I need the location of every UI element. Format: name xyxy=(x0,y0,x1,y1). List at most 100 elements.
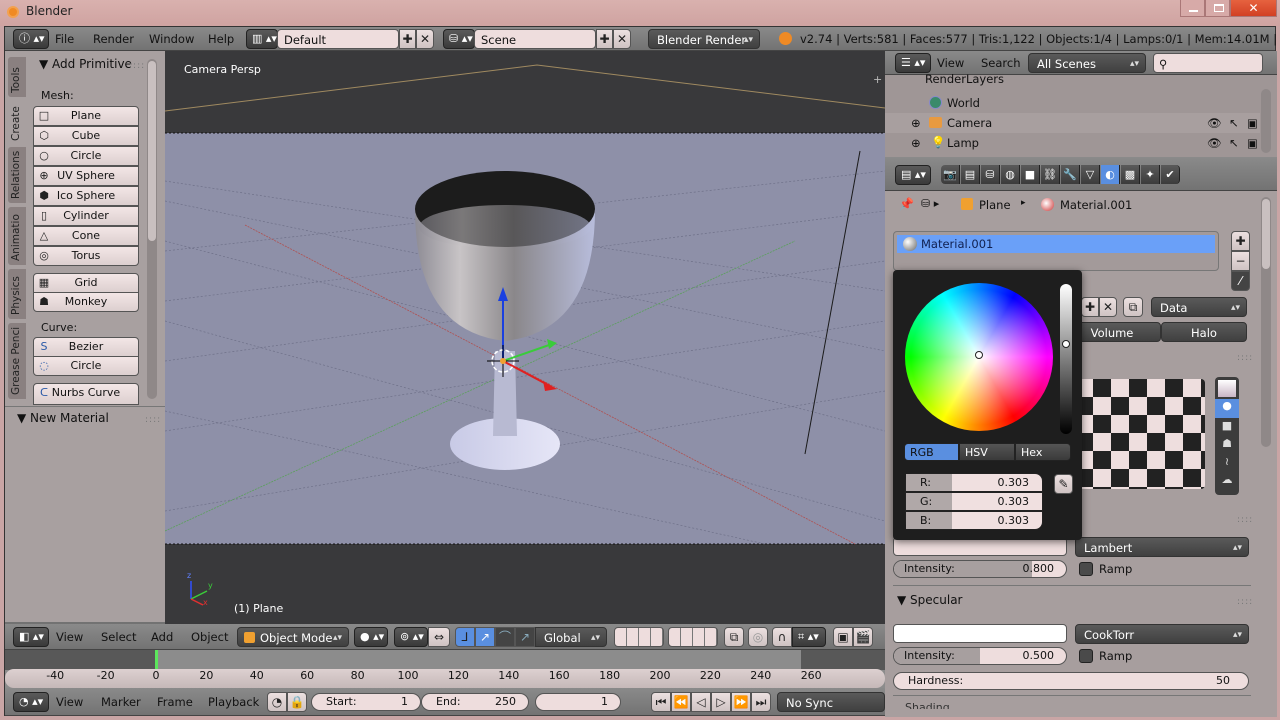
properties-tab-constraints[interactable]: ⛓ xyxy=(1041,165,1060,184)
jump-end-button[interactable]: ⏭ xyxy=(751,692,771,712)
add-nurbs-curve-button[interactable]: ᑕ Nurbs Curve xyxy=(33,383,139,405)
timeline-area[interactable]: -40 -20 0 20 40 60 80 100 120 140 160 180 200 220 240 2… xyxy=(5,650,885,688)
picker-tab-rgb[interactable]: RGB xyxy=(904,443,959,461)
add-bezier-button[interactable]: S Bezier xyxy=(33,337,139,357)
type-tab-halo[interactable]: Halo xyxy=(1161,322,1247,342)
editor-type-info-button[interactable]: ⓘ ▴▾ xyxy=(13,29,49,49)
render-icon[interactable]: ▣ xyxy=(1247,136,1258,150)
delete-layout-button[interactable]: ✕ xyxy=(416,29,434,49)
picker-tab-hex[interactable]: Hex xyxy=(1015,443,1071,461)
slot-specials-button[interactable]: ⁄ xyxy=(1231,271,1250,291)
preview-monkey-button[interactable]: ☗ xyxy=(1215,437,1239,456)
start-frame-field[interactable]: Start: 1 xyxy=(311,693,421,711)
layers-group-1[interactable] xyxy=(614,627,664,647)
specular-ramp-checkbox[interactable] xyxy=(1079,649,1093,663)
timeline-menu-marker[interactable]: Marker xyxy=(101,688,141,714)
tab-create[interactable]: Create xyxy=(8,99,26,145)
outliner-search-input[interactable]: ⚲ xyxy=(1153,53,1263,73)
drag-handle-icon[interactable]: :::: xyxy=(1237,597,1253,607)
render-icon[interactable]: ▣ xyxy=(1247,116,1258,130)
current-frame-indicator[interactable] xyxy=(155,650,158,670)
specular-shader-dropdown[interactable]: CookTorr ▴▾ xyxy=(1075,624,1249,644)
mode-dropdown[interactable]: Object Mode ▴▾ xyxy=(237,627,349,647)
editor-type-outliner-button[interactable]: ☰ ▴▾ xyxy=(895,53,931,73)
region-plus-icon[interactable]: + xyxy=(873,73,882,86)
tab-tools[interactable]: Tools xyxy=(8,57,26,97)
unlink-material-button[interactable]: ✕ xyxy=(1099,297,1117,317)
drag-handle-icon[interactable]: :::: xyxy=(1237,515,1253,525)
add-layout-button[interactable]: ✚ xyxy=(399,29,416,49)
display-mode-dropdown[interactable]: All Scenes ▴▾ xyxy=(1028,53,1146,73)
pin-icon[interactable]: 📌 xyxy=(899,197,914,211)
translate-manipulator-button[interactable]: ↗ xyxy=(475,627,495,647)
sync-mode-dropdown[interactable]: No Sync xyxy=(777,692,885,712)
properties-tab-render[interactable]: 📷 xyxy=(941,165,960,184)
screen-layout-selector[interactable]: ▥ ▴▾ xyxy=(246,29,278,49)
diffuse-intensity-slider[interactable]: Intensity: 0.800 xyxy=(893,560,1067,578)
editor-type-timeline-button[interactable]: ◔ ▴▾ xyxy=(13,692,49,712)
transform-manipulator-toggle[interactable]: ⅃ xyxy=(455,627,475,647)
editor-type-properties-button[interactable]: ▤ ▴▾ xyxy=(895,165,931,185)
properties-tab-data[interactable]: ▽ xyxy=(1081,165,1100,184)
color-wheel-cursor[interactable] xyxy=(975,351,983,359)
blue-channel-field[interactable]: B: 0.303 xyxy=(905,511,1043,530)
menu-render[interactable]: Render xyxy=(93,27,134,53)
current-frame-field[interactable]: 1 xyxy=(535,693,621,711)
layers-group-2[interactable] xyxy=(668,627,718,647)
specular-panel-header[interactable]: ▼ Specular xyxy=(897,593,963,607)
snap-toggle[interactable]: ∩ xyxy=(772,627,792,647)
pivot-point-dropdown[interactable]: ⊚ ▴▾ xyxy=(394,627,428,647)
properties-tab-render-layers[interactable]: ▤ xyxy=(961,165,980,184)
new-material-button[interactable]: ✚ xyxy=(1081,297,1099,317)
properties-tab-scene[interactable]: ⛁ xyxy=(981,165,1000,184)
properties-tab-particles[interactable]: ✦ xyxy=(1141,165,1160,184)
properties-tab-material[interactable]: ◐ xyxy=(1101,165,1120,184)
hardness-field[interactable]: Hardness: 50 xyxy=(893,672,1249,690)
opengl-render-button[interactable]: ▣ xyxy=(833,627,853,647)
editor-type-3dview-button[interactable]: ◧ ▴▾ xyxy=(13,627,49,647)
tab-animation[interactable]: Animatio xyxy=(8,207,26,265)
properties-tab-world[interactable]: ◍ xyxy=(1001,165,1020,184)
preview-hair-button[interactable]: ≀ xyxy=(1215,455,1239,474)
add-scene-button[interactable]: ✚ xyxy=(596,29,613,49)
drag-handle-icon[interactable]: :::: xyxy=(1237,353,1253,363)
add-primitive-panel-header[interactable]: ▼ Add Primitive xyxy=(39,57,132,71)
preview-sphere-button[interactable]: ● xyxy=(1215,399,1239,418)
snap-element-dropdown[interactable]: ⌗ ▴▾ xyxy=(792,627,826,647)
drag-handle-icon[interactable]: :::: xyxy=(129,61,145,71)
maximize-button[interactable] xyxy=(1205,0,1230,17)
green-channel-field[interactable]: G: 0.303 xyxy=(905,492,1043,511)
value-slider[interactable] xyxy=(1060,284,1072,434)
end-frame-field[interactable]: End: 250 xyxy=(421,693,529,711)
add-torus-button[interactable]: ◎ Torus xyxy=(33,246,139,266)
red-channel-field[interactable]: R: 0.303 xyxy=(905,473,1043,492)
add-circle-button[interactable]: ○ Circle xyxy=(33,146,139,166)
new-material-panel-header[interactable]: ▼ New Material xyxy=(17,411,109,425)
outliner-row-lamp[interactable]: ⊕ 💡 Lamp 👁 ↖ ▣ xyxy=(885,133,1260,153)
rotate-manipulator-button[interactable]: ⌒ xyxy=(495,627,515,647)
properties-tab-physics[interactable]: ✔ xyxy=(1161,165,1180,184)
viewport-shading-dropdown[interactable]: ● ▴▾ xyxy=(354,627,388,647)
properties-tab-modifiers[interactable]: 🔧 xyxy=(1061,165,1080,184)
transform-orientation-dropdown[interactable]: Global ▴▾ xyxy=(535,627,607,647)
menu-help[interactable]: Help xyxy=(208,27,234,53)
toolshelf-scrollbar[interactable] xyxy=(147,59,157,399)
manipulate-center-button[interactable]: ⇔ xyxy=(428,627,450,647)
opengl-anim-button[interactable]: 🎬 xyxy=(853,627,873,647)
outliner-scrollbar[interactable] xyxy=(1261,89,1271,153)
menu-window[interactable]: Window xyxy=(149,27,194,53)
remove-slot-button[interactable]: − xyxy=(1231,251,1250,271)
add-monkey-button[interactable]: ☗ Monkey xyxy=(33,292,139,312)
minimize-button[interactable] xyxy=(1180,0,1205,17)
diffuse-shader-dropdown[interactable]: Lambert ▴▾ xyxy=(1075,537,1249,557)
add-slot-button[interactable]: ✚ xyxy=(1231,231,1250,251)
add-cone-button[interactable]: △ Cone xyxy=(33,226,139,246)
timeline-menu-frame[interactable]: Frame xyxy=(157,688,193,714)
menu-object[interactable]: Object xyxy=(191,624,228,650)
preview-world-button[interactable]: ☁ xyxy=(1215,473,1239,492)
drag-handle-icon[interactable]: :::: xyxy=(145,415,161,425)
delete-scene-button[interactable]: ✕ xyxy=(613,29,631,49)
close-button[interactable]: ✕ xyxy=(1230,0,1277,17)
proportional-edit-button[interactable]: ◎ xyxy=(748,627,768,647)
picker-tab-hsv[interactable]: HSV xyxy=(959,443,1015,461)
